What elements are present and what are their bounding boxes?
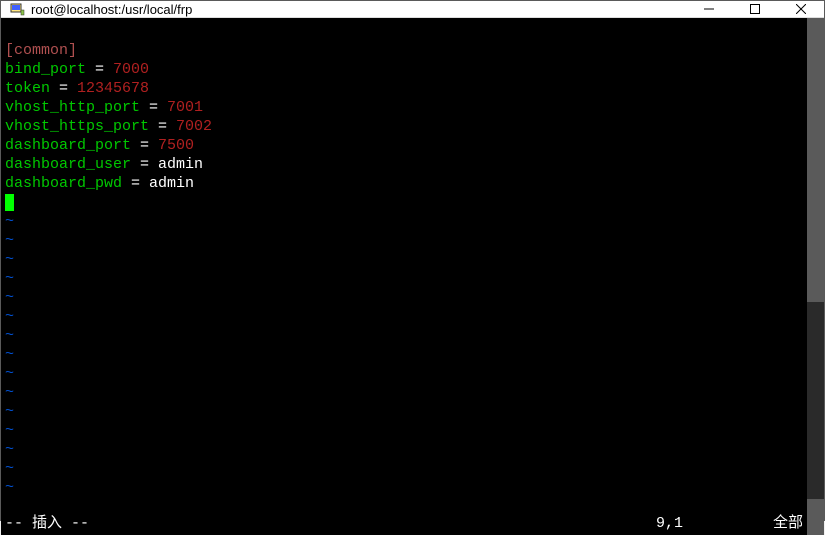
maximize-button[interactable]: [732, 1, 778, 17]
config-value: admin: [158, 156, 203, 173]
terminal-content[interactable]: [common] bind_port = 7000 token = 123456…: [1, 18, 807, 535]
vim-cursor-position: 9,1: [656, 514, 683, 533]
vim-empty-line: ~: [5, 422, 14, 439]
config-key: vhost_http_port: [5, 99, 140, 116]
config-value: 7500: [158, 137, 194, 154]
config-key: vhost_https_port: [5, 118, 149, 135]
vim-empty-line: ~: [5, 270, 14, 287]
scrollbar-thumb[interactable]: [807, 499, 824, 535]
terminal-window: root@localhost:/usr/local/frp [common] b…: [0, 0, 825, 521]
titlebar[interactable]: root@localhost:/usr/local/frp: [1, 1, 824, 18]
vim-scroll-percent: 全部: [773, 514, 803, 533]
text-cursor: [5, 194, 14, 211]
config-value: 7000: [113, 61, 149, 78]
config-value: admin: [149, 175, 194, 192]
terminal-body: [common] bind_port = 7000 token = 123456…: [1, 18, 824, 535]
config-value: 7001: [167, 99, 203, 116]
ini-section: [common]: [5, 42, 77, 59]
scrollbar-thumb[interactable]: [807, 18, 824, 302]
vim-empty-line: ~: [5, 384, 14, 401]
vim-empty-line: ~: [5, 365, 14, 382]
vim-empty-line: ~: [5, 308, 14, 325]
vim-empty-line: ~: [5, 460, 14, 477]
vim-empty-line: ~: [5, 327, 14, 344]
vertical-scrollbar[interactable]: [807, 18, 824, 535]
config-value: 7002: [176, 118, 212, 135]
vim-empty-line: ~: [5, 479, 14, 496]
vim-empty-line: ~: [5, 346, 14, 363]
config-key: dashboard_port: [5, 137, 131, 154]
vim-empty-line: ~: [5, 289, 14, 306]
vim-empty-line: ~: [5, 213, 14, 230]
window-controls: [686, 1, 824, 17]
window-title: root@localhost:/usr/local/frp: [31, 2, 686, 17]
config-key: dashboard_pwd: [5, 175, 122, 192]
config-key: bind_port: [5, 61, 86, 78]
vim-empty-line: ~: [5, 251, 14, 268]
vim-mode: -- 插入 --: [5, 514, 89, 533]
vim-empty-line: ~: [5, 232, 14, 249]
config-key: dashboard_user: [5, 156, 131, 173]
config-value: 12345678: [77, 80, 149, 97]
close-button[interactable]: [778, 1, 824, 17]
vim-status-line: -- 插入 -- 9,1 全部: [5, 514, 803, 533]
putty-icon: [9, 1, 25, 17]
minimize-button[interactable]: [686, 1, 732, 17]
vim-empty-line: ~: [5, 441, 14, 458]
config-key: token: [5, 80, 50, 97]
vim-empty-line: ~: [5, 403, 14, 420]
